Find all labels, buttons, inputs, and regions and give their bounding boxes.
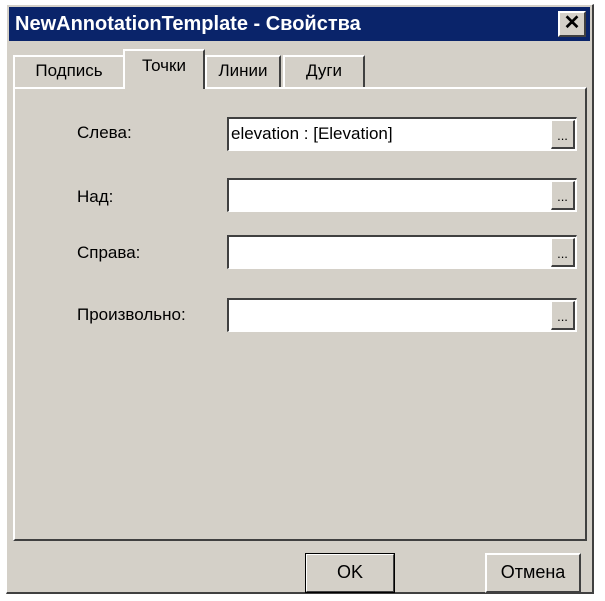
tab-panel-tochki: Слева: elevation : [Elevation] ... Над: …	[13, 87, 587, 541]
window-title: NewAnnotationTemplate - Свойства	[15, 13, 361, 35]
above-label: Над:	[77, 187, 114, 206]
right-browse-button[interactable]: ...	[551, 238, 575, 267]
custom-browse-button[interactable]: ...	[551, 301, 575, 330]
close-icon: ✕	[563, 12, 581, 34]
custom-field[interactable]: ...	[227, 298, 577, 332]
tab-podpis[interactable]: Подпись	[13, 55, 125, 87]
left-field[interactable]: elevation : [Elevation] ...	[227, 117, 577, 151]
left-browse-button[interactable]: ...	[551, 120, 575, 149]
custom-label: Произвольно:	[77, 305, 186, 324]
close-button[interactable]: ✕	[558, 11, 586, 37]
right-field[interactable]: ...	[227, 235, 577, 269]
right-label: Справа:	[77, 243, 141, 262]
tab-tochki[interactable]: Точки	[123, 49, 205, 89]
above-field[interactable]: ...	[227, 178, 577, 212]
tab-dugi[interactable]: Дуги	[283, 55, 365, 87]
left-label: Слева:	[77, 123, 132, 142]
title-bar[interactable]: NewAnnotationTemplate - Свойства ✕	[9, 7, 590, 41]
cancel-button[interactable]: Отмена	[485, 553, 581, 593]
above-browse-button[interactable]: ...	[551, 181, 575, 210]
ok-button[interactable]: OK	[305, 553, 395, 593]
tab-linii[interactable]: Линии	[205, 55, 281, 87]
left-field-value: elevation : [Elevation]	[231, 124, 393, 143]
properties-dialog: NewAnnotationTemplate - Свойства ✕ Подпи…	[6, 4, 594, 594]
